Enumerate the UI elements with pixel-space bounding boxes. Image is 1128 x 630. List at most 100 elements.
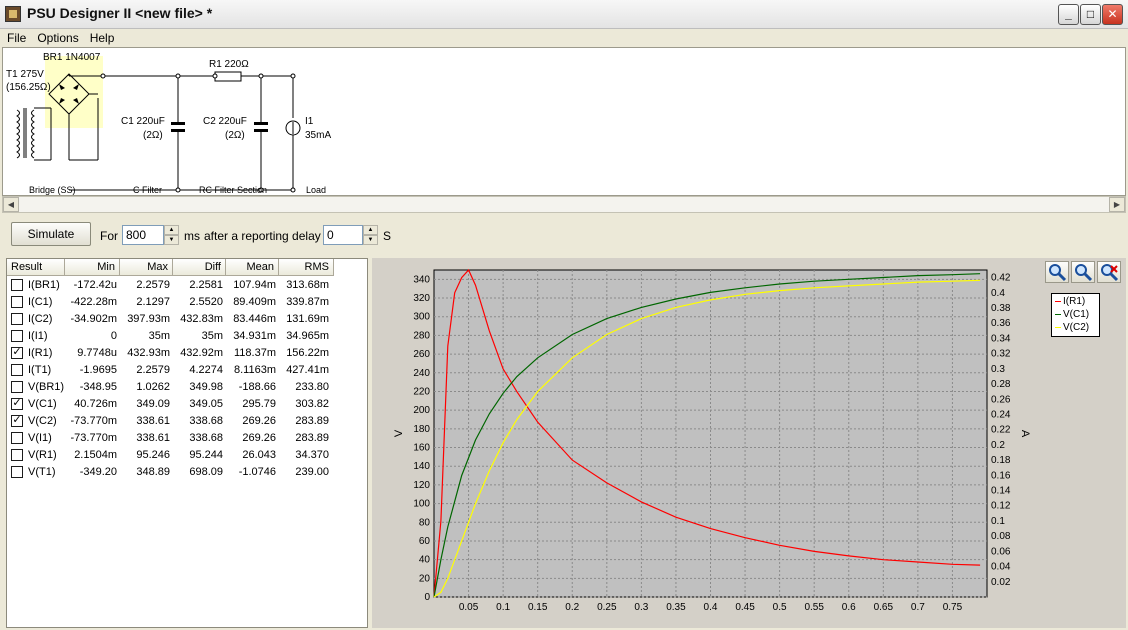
cell-max: 2.2579: [136, 364, 170, 376]
zoom-in-button[interactable]: [1045, 261, 1069, 283]
zoom-out-button[interactable]: [1071, 261, 1095, 283]
cell-mean: 8.1163m: [234, 364, 276, 376]
cell-rms: 283.89: [295, 432, 329, 444]
y-left-tick-label: 180: [413, 424, 430, 435]
r1-resistor: [214, 71, 242, 82]
cell-min: -348.95: [79, 381, 117, 393]
table-row[interactable]: I(I1) 0 35m 35m 34.931m 34.965m: [7, 328, 341, 345]
col-max[interactable]: Max: [120, 259, 173, 276]
c2-esr-label: (2Ω): [225, 130, 245, 141]
cell-mean: 295.79: [242, 398, 276, 410]
x-tick-label: 0.5: [773, 602, 787, 613]
cell-max: 348.89: [136, 466, 170, 478]
cell-min: -34.902m: [70, 313, 117, 325]
result-checkbox[interactable]: [11, 364, 23, 376]
cell-min: 9.7748u: [77, 347, 117, 359]
duration-input[interactable]: 800: [122, 225, 164, 245]
result-checkbox[interactable]: ✓: [11, 347, 23, 359]
cell-min: -349.20: [79, 466, 117, 478]
cell-rms: 34.965m: [286, 330, 329, 342]
app-icon: [5, 6, 21, 22]
result-name: I(T1): [28, 364, 52, 376]
x-tick-label: 0.1: [496, 602, 510, 613]
transformer-res-label: (156.25Ω): [6, 82, 51, 93]
cell-rms: 131.69m: [286, 313, 329, 325]
bridge-label: BR1 1N4007: [43, 52, 101, 63]
menu-file[interactable]: File: [0, 29, 30, 45]
duration-spinner[interactable]: ▲ ▼: [164, 225, 179, 245]
y-left-tick-label: 120: [413, 480, 430, 491]
cell-diff: 432.83m: [180, 313, 223, 325]
results-table: Result Min Max Diff Mean RMS I(BR1) -172.…: [6, 258, 368, 628]
cell-diff: 4.2274: [189, 364, 223, 376]
result-checkbox[interactable]: [11, 466, 23, 478]
col-diff[interactable]: Diff: [173, 259, 226, 276]
y-left-tick-label: 60: [419, 536, 431, 547]
y-right-tick-label: 0.18: [991, 455, 1011, 466]
schematic-scrollbar[interactable]: ◀ ▶: [2, 196, 1126, 213]
chart-panel: 0.05 0.1 0.15 0.2 0.25 0.3 0.35 0.4 0.45 0.5 0.55 0…: [372, 258, 1126, 628]
table-row[interactable]: I(BR1) -172.42u 2.2579 2.2581 107.94m 313.68m: [7, 277, 341, 294]
delay-spinner[interactable]: ▲ ▼: [363, 225, 378, 245]
y-left-tick-label: 260: [413, 349, 430, 360]
result-checkbox[interactable]: ✓: [11, 415, 23, 427]
col-mean[interactable]: Mean: [226, 259, 279, 276]
table-row[interactable]: V(I1) -73.770m 338.61 338.68 269.26 283.89: [7, 430, 341, 447]
menu-options[interactable]: Options: [30, 29, 82, 45]
table-row[interactable]: ✓ V(C2) -73.770m 338.61 338.68 269.26 283.89: [7, 413, 341, 430]
cell-max: 349.09: [136, 398, 170, 410]
y-left-tick-label: 100: [413, 499, 430, 510]
table-row[interactable]: I(T1) -1.9695 2.2579 4.2274 8.1163m 427.41m: [7, 362, 341, 379]
result-checkbox[interactable]: [11, 330, 23, 342]
cell-diff: 2.2581: [189, 279, 223, 291]
result-checkbox[interactable]: [11, 279, 23, 291]
cell-min: -1.9695: [79, 364, 117, 376]
menu-help[interactable]: Help: [83, 29, 119, 45]
col-min[interactable]: Min: [65, 259, 120, 276]
close-button[interactable]: ✕: [1102, 4, 1123, 25]
scroll-right-button[interactable]: ▶: [1109, 197, 1125, 212]
schematic-canvas[interactable]: BR1 1N4007 T1 275V (156.25Ω) R1 220Ω C1 …: [2, 47, 1126, 196]
maximize-button[interactable]: □: [1080, 4, 1101, 25]
result-checkbox[interactable]: [11, 296, 23, 308]
y-left-tick-label: 0: [424, 592, 430, 603]
zoom-reset-button[interactable]: [1097, 261, 1121, 283]
cell-diff: 338.68: [189, 415, 223, 427]
table-row[interactable]: V(R1) 2.1504m 95.246 95.244 26.043 34.370: [7, 447, 341, 464]
cell-diff: 349.05: [189, 398, 223, 410]
minimize-button[interactable]: _: [1058, 4, 1079, 25]
cell-diff: 338.68: [189, 432, 223, 444]
r1-label: R1 220Ω: [209, 59, 249, 70]
result-checkbox[interactable]: [11, 313, 23, 325]
x-tick-label: 0.25: [597, 602, 617, 613]
y-right-tick-label: 0.08: [991, 531, 1011, 542]
result-checkbox[interactable]: [11, 381, 23, 393]
col-rms[interactable]: RMS: [279, 259, 334, 276]
y-left-tick-label: 220: [413, 386, 430, 397]
cell-max: 2.1297: [136, 296, 170, 308]
simulate-button[interactable]: Simulate: [11, 222, 91, 246]
result-checkbox[interactable]: [11, 449, 23, 461]
delay-input[interactable]: 0: [323, 225, 363, 245]
table-row[interactable]: ✓ I(R1) 9.7748u 432.93m 432.92m 118.37m 156.22…: [7, 345, 341, 362]
y-right-tick-label: 0.2: [991, 440, 1005, 451]
table-row[interactable]: V(BR1) -348.95 1.0262 349.98 -188.66 233.80: [7, 379, 341, 396]
x-tick-label: 0.2: [565, 602, 579, 613]
scroll-left-button[interactable]: ◀: [3, 197, 19, 212]
table-row[interactable]: I(C1) -422.28m 2.1297 2.5520 89.409m 339.87m: [7, 294, 341, 311]
cell-rms: 303.82: [295, 398, 329, 410]
table-row[interactable]: ✓ V(C1) 40.726m 349.09 349.05 295.79 303.82: [7, 396, 341, 413]
y-right-tick-label: 0.4: [991, 288, 1005, 299]
col-result[interactable]: Result: [7, 259, 65, 276]
table-row[interactable]: V(T1) -349.20 348.89 698.09 -1.0746 239.00: [7, 464, 341, 481]
result-checkbox[interactable]: ✓: [11, 398, 23, 410]
table-row[interactable]: I(C2) -34.902m 397.93m 432.83m 83.446m 131.69…: [7, 311, 341, 328]
y-right-tick-label: 0.42: [991, 273, 1011, 284]
cell-diff: 35m: [201, 330, 223, 342]
result-checkbox[interactable]: [11, 432, 23, 444]
result-name: I(R1): [28, 347, 53, 359]
result-name: I(BR1): [28, 279, 60, 291]
y-right-tick-label: 0.12: [991, 501, 1011, 512]
cell-max: 338.61: [136, 432, 170, 444]
cell-max: 2.2579: [136, 279, 170, 291]
